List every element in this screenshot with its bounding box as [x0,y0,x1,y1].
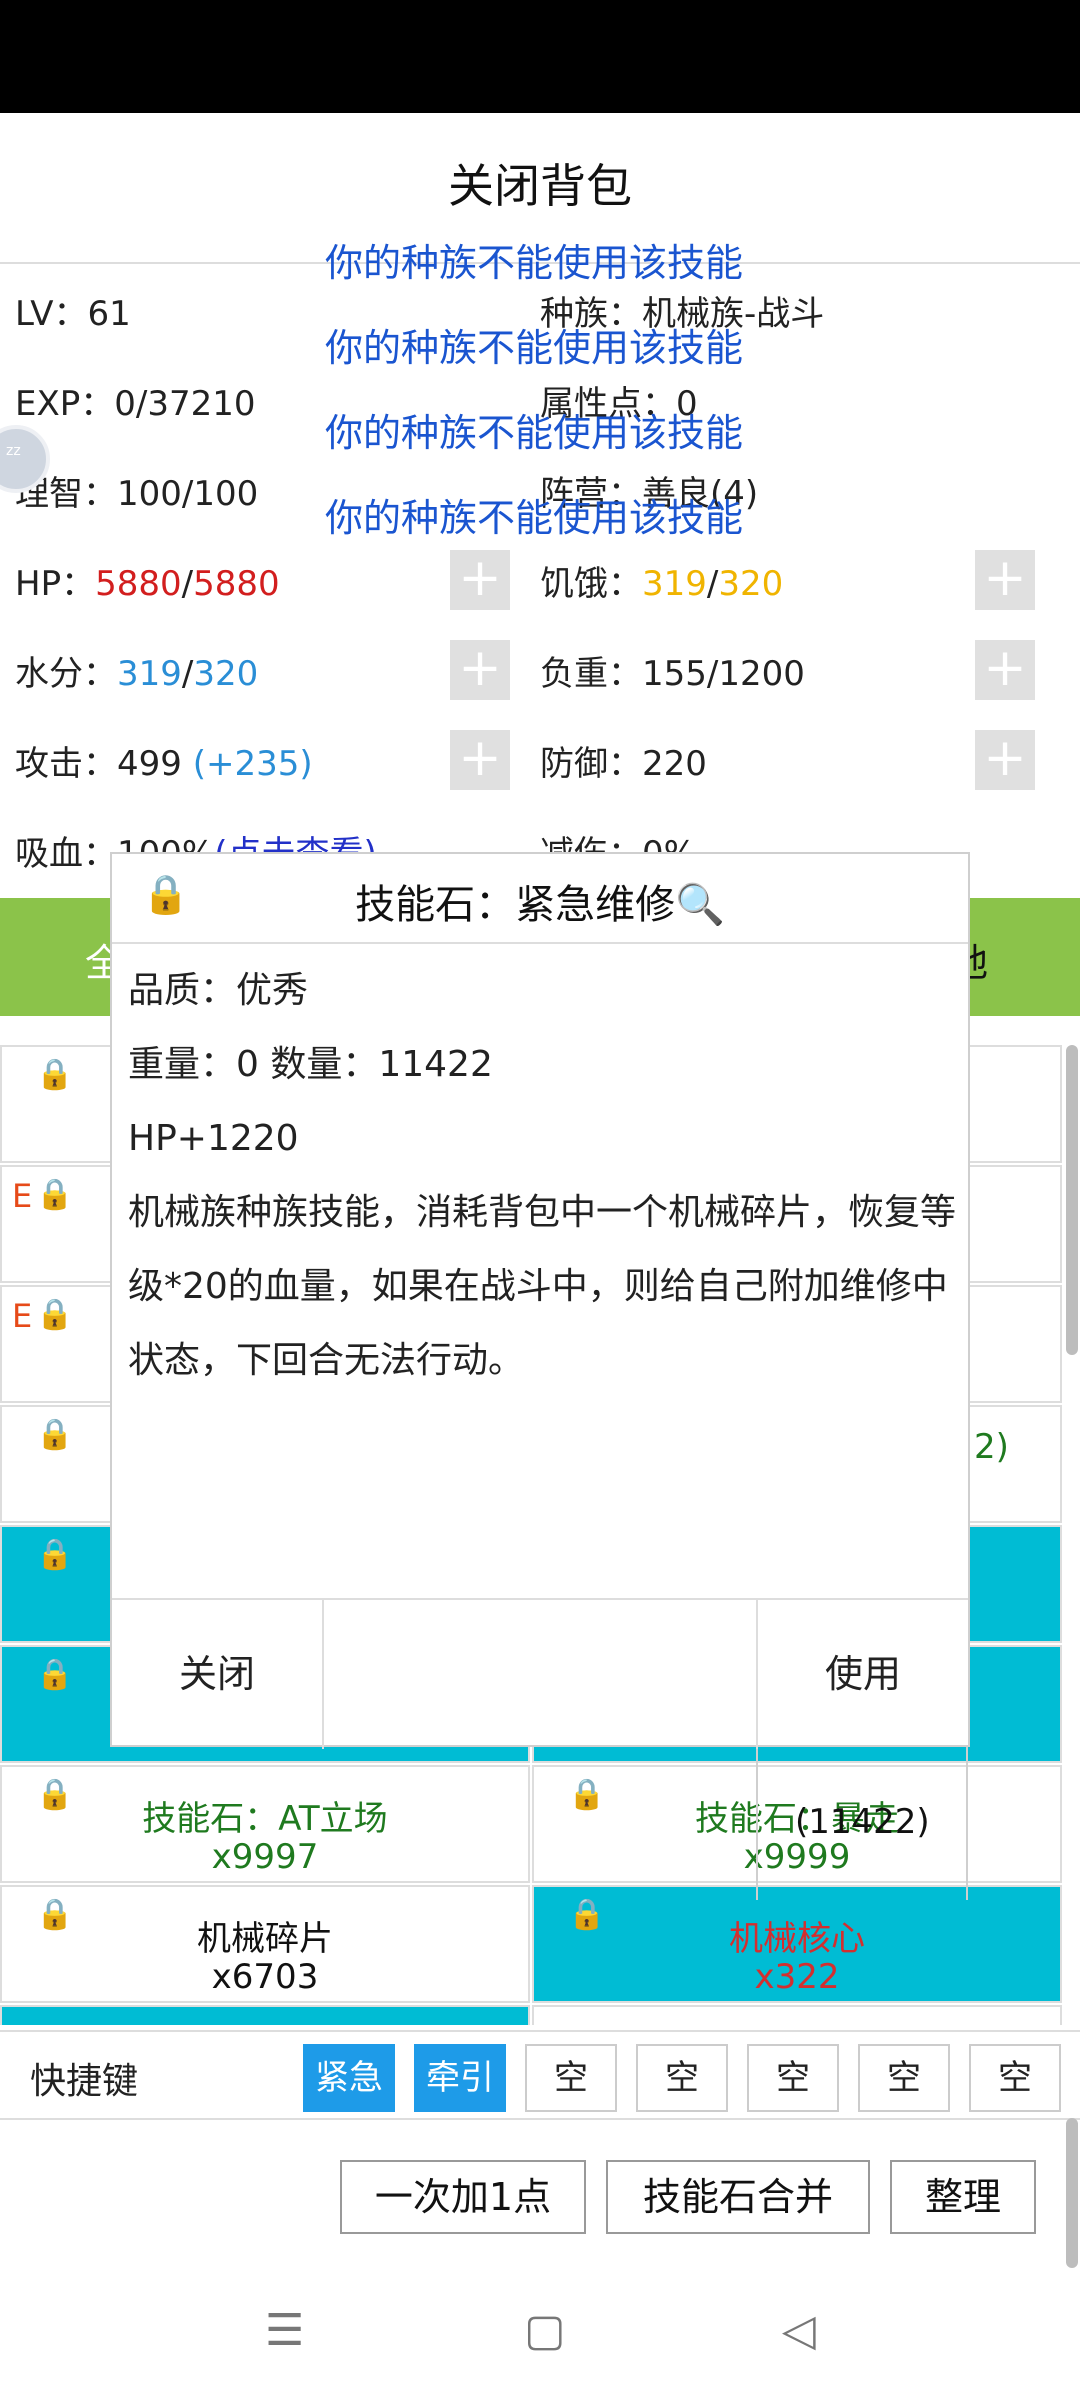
item-name: 机械核心 [729,1919,865,1959]
lock-icon: 🔒 [36,1297,74,1332]
dialog-blank-button[interactable] [324,1600,758,1749]
page-scrollbar[interactable] [1066,2118,1078,2268]
inventory-slot-mech-core[interactable]: 🔒 机械核心 x322 [532,1885,1062,2003]
quick-slot-empty[interactable]: 空 [636,2044,728,2112]
defense-stat: 防御：220 [540,744,707,784]
merge-skill-stones-button[interactable]: 技能石合并 [606,2160,870,2234]
lock-icon: 🔒 [36,1177,74,1212]
item-count: x9999 [743,1837,851,1877]
toast-message: 你的种族不能使用该技能 [325,241,744,285]
toast-message: 你的种族不能使用该技能 [325,326,744,370]
water-stat: 水分：319/320 [15,654,259,694]
status-bar [0,0,1080,113]
toast-message: 你的种族不能使用该技能 [325,496,744,540]
lock-icon: 🔒 [36,1537,74,1572]
equip-mark: E [12,1297,33,1335]
hp-plus-button[interactable]: + [450,550,510,610]
inventory-scrollbar[interactable] [1066,1045,1078,1355]
exp-stat: EXP：0/37210 [15,384,256,424]
quick-slot-empty[interactable]: 空 [525,2044,617,2112]
quickbar: 快捷键 紧急 牵引 空 空 空 空 空 [0,2030,1080,2120]
quick-slot-empty[interactable]: 空 [969,2044,1061,2112]
sort-button[interactable]: 整理 [890,2160,1036,2234]
dialog-header: 🔒 技能石：紧急维修🔍 [112,854,968,944]
load-plus-button[interactable]: + [975,640,1035,700]
quick-slot-tow[interactable]: 牵引 [414,2044,506,2112]
lock-icon: 🔒 [36,1417,74,1452]
home-icon[interactable]: ▢ [524,2305,566,2356]
sanity-stat: 理智：100/100 [15,474,259,514]
dialog-use-button[interactable]: 使用 [758,1600,968,1749]
dialog-footer: 关闭 使用 [112,1598,968,1749]
item-count: x322 [754,1957,840,1997]
item-name: 机械碎片 [197,1919,333,1959]
partial-count: 2) [974,1427,1009,1467]
item-quality: 品质：优秀 [128,970,309,1011]
lock-icon: 🔒 [36,1657,74,1692]
item-count: x9997 [211,1837,319,1877]
lock-icon: 🔒 [36,1057,74,1092]
add-one-point-button[interactable]: 一次加1点 [340,2160,586,2234]
inventory-slot[interactable] [0,2005,530,2025]
quickbar-label: 快捷键 [30,2061,139,2102]
item-weight-count: 重量：0 数量：11422 [128,1044,493,1085]
load-stat: 负重：155/1200 [540,654,805,694]
water-plus-button[interactable]: + [450,640,510,700]
close-bag-button[interactable]: 关闭背包 [0,150,1080,216]
item-name: 技能石：AT立场 [142,1799,388,1839]
back-icon[interactable]: ◁ [782,2305,816,2356]
inventory-slot-at-field[interactable]: 🔒 技能石：AT立场 x9997 [0,1765,530,1883]
dialog-title: 技能石：紧急维修🔍 [355,882,725,928]
inventory-slot-mech-fragment[interactable]: 🔒 机械碎片 x6703 [0,1885,530,2003]
level-stat: LV：61 [15,294,131,334]
hunger-plus-button[interactable]: + [975,550,1035,610]
attack-plus-button[interactable]: + [450,730,510,790]
quick-slot-emergency[interactable]: 紧急 [303,2044,395,2112]
dialog-body: 品质：优秀 重量：0 数量：11422 HP+1220 机械族种族技能，消耗背包… [128,954,958,1398]
toast-message: 你的种族不能使用该技能 [325,411,744,455]
quick-slot-empty[interactable]: 空 [858,2044,950,2112]
attack-stat: 攻击：499 (+235) [15,744,313,784]
hp-stat: HP：5880/5880 [15,564,280,604]
menu-icon[interactable]: ☰ [265,2305,304,2356]
inventory-slot[interactable] [532,2005,1062,2025]
defense-plus-button[interactable]: + [975,730,1035,790]
hunger-stat: 饥饿：319/320 [540,564,784,604]
tooltip-count: (11422) [795,1802,930,1842]
quick-slot-empty[interactable]: 空 [747,2044,839,2112]
item-effect: HP+1220 [128,1118,299,1159]
equip-mark: E [12,1177,33,1215]
item-count: x6703 [211,1957,319,1997]
item-detail-dialog: 🔒 技能石：紧急维修🔍 品质：优秀 重量：0 数量：11422 HP+1220 … [110,852,970,1749]
dialog-close-button[interactable]: 关闭 [112,1600,324,1749]
item-description: 机械族种族技能，消耗背包中一个机械碎片，恢复等级*20的血量，如果在战斗中，则给… [128,1192,957,1381]
